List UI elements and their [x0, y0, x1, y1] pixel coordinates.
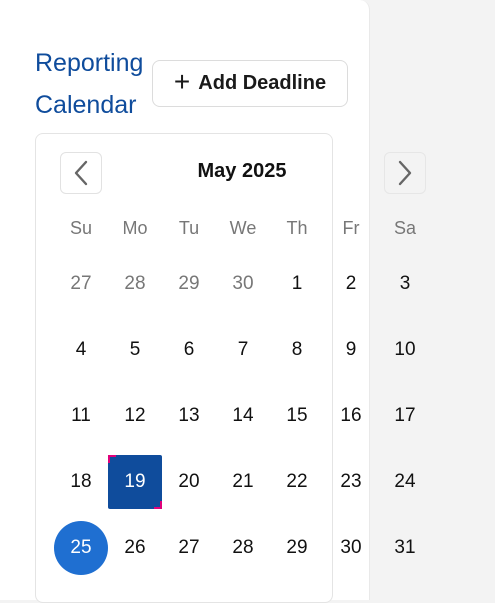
calendar-day[interactable]: 13	[162, 389, 216, 443]
calendar-day[interactable]: 5	[108, 323, 162, 377]
calendar-day[interactable]: 2	[324, 257, 378, 311]
calendar-day[interactable]: 29	[270, 521, 324, 575]
chevron-right-icon	[398, 160, 412, 186]
calendar-day[interactable]: 21	[216, 455, 270, 509]
calendar-day[interactable]: 19	[108, 455, 162, 509]
panel-title-line1: Reporting	[35, 49, 144, 77]
calendar-day[interactable]: 18	[54, 455, 108, 509]
weekday-label: Mo	[122, 218, 148, 238]
calendar-day[interactable]: 17	[378, 389, 432, 443]
calendar-day[interactable]: 26	[108, 521, 162, 575]
add-deadline-button[interactable]: + Add Deadline	[152, 60, 348, 107]
calendar-day[interactable]: 28	[108, 257, 162, 311]
plus-icon: +	[173, 66, 191, 97]
calendar-day[interactable]: 11	[54, 389, 108, 443]
calendar-day[interactable]: 7	[216, 323, 270, 377]
prev-month-button[interactable]	[60, 152, 102, 194]
calendar-day[interactable]: 10	[378, 323, 432, 377]
calendar-day[interactable]: 8	[270, 323, 324, 377]
calendar-day[interactable]: 1	[270, 257, 324, 311]
weekday-label: We	[229, 218, 257, 238]
add-deadline-label: Add Deadline	[198, 72, 327, 94]
calendar-day[interactable]: 27	[54, 257, 108, 311]
calendar-day[interactable]: 20	[162, 455, 216, 509]
calendar-day[interactable]: 3	[378, 257, 432, 311]
weekday-label: Tu	[178, 218, 200, 238]
calendar-day[interactable]: 4	[54, 323, 108, 377]
month-label: May 2025	[197, 160, 287, 182]
calendar-day[interactable]: 14	[216, 389, 270, 443]
calendar-day[interactable]: 16	[324, 389, 378, 443]
calendar-day[interactable]: 29	[162, 257, 216, 311]
panel-title: Reporting Calendar	[35, 42, 155, 126]
calendar-day[interactable]: 31	[378, 521, 432, 575]
calendar-day[interactable]: 12	[108, 389, 162, 443]
calendar-day[interactable]: 24	[378, 455, 432, 509]
calendar-day[interactable]: 27	[162, 521, 216, 575]
calendar-day[interactable]: 9	[324, 323, 378, 377]
calendar-day[interactable]: 25	[54, 521, 108, 575]
chevron-left-icon	[74, 160, 88, 186]
calendar-day[interactable]: 15	[270, 389, 324, 443]
weekday-label: Su	[69, 218, 93, 238]
weekday-label: Fr	[342, 218, 360, 238]
weekday-label: Sa	[393, 218, 417, 238]
calendar-day[interactable]: 28	[216, 521, 270, 575]
calendar-day[interactable]: 23	[324, 455, 378, 509]
calendar-day[interactable]: 30	[216, 257, 270, 311]
calendar-day[interactable]: 6	[162, 323, 216, 377]
weekday-label: Th	[286, 218, 308, 238]
next-month-button[interactable]	[384, 152, 426, 194]
panel-title-line2: Calendar	[35, 91, 137, 119]
calendar-day[interactable]: 22	[270, 455, 324, 509]
calendar-day[interactable]: 30	[324, 521, 378, 575]
